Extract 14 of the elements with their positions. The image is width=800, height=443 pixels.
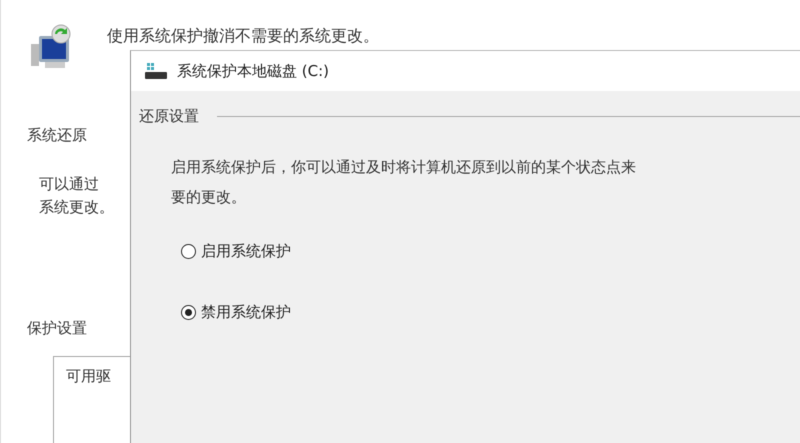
window-title: 系统保护本地磁盘 (C:)	[177, 62, 329, 80]
radio-icon[interactable]	[181, 244, 196, 259]
section-heading: 系统还原	[27, 126, 88, 145]
radio-option[interactable]: 禁用系统保护	[181, 303, 800, 322]
group-heading: 还原设置	[139, 107, 199, 126]
description-line: 启用系统保护后，你可以通过及时将计算机还原到以前的某个状态点来	[171, 157, 636, 178]
radio-option[interactable]: 启用系统保护	[181, 242, 800, 261]
section-heading: 保护设置	[27, 319, 88, 338]
page-header: 使用系统保护撤消不需要的系统更改。	[107, 26, 379, 47]
description-line: 要的更改。	[171, 187, 246, 208]
radio-icon[interactable]	[181, 305, 196, 320]
description-line: 可以通过	[39, 174, 99, 195]
description-line: 系统更改。	[39, 197, 114, 218]
drive-icon	[145, 63, 167, 79]
